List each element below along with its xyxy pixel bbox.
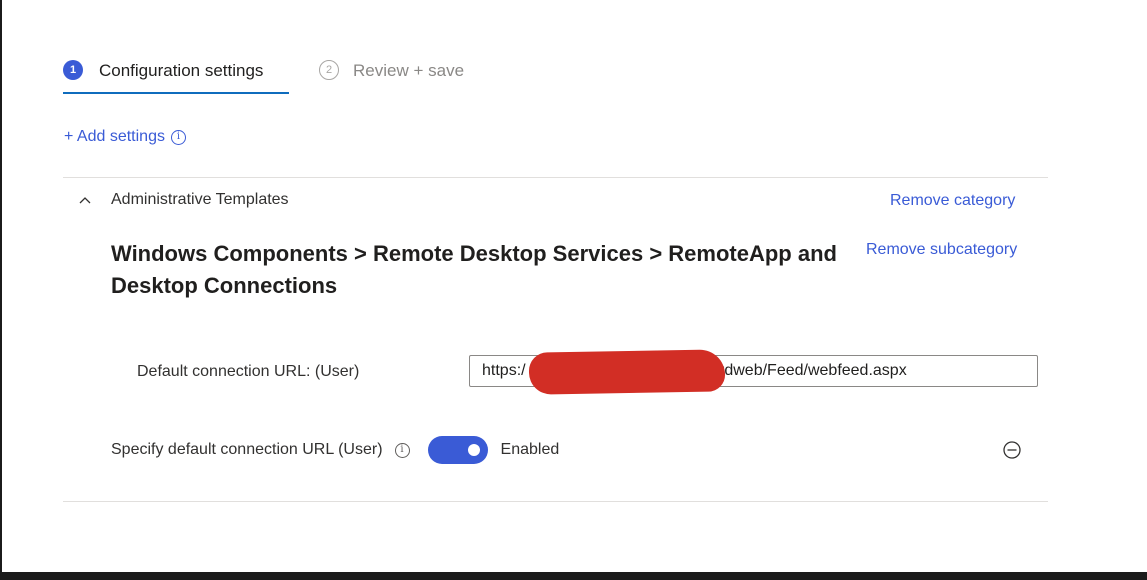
step-label-2: Review + save xyxy=(353,61,465,80)
enabled-toggle[interactable] xyxy=(427,436,488,464)
remove-subcategory-link[interactable]: Remove subcategory xyxy=(866,241,1017,259)
settings-panel: 1 Configuration settings 2 Review + save… xyxy=(2,0,1147,572)
step-number-2: 2 xyxy=(319,60,339,80)
step-number-1: 1 xyxy=(63,60,83,80)
category-name: Administrative Templates xyxy=(111,191,289,208)
divider-bottom xyxy=(63,501,1048,502)
url-value-start: https:/ xyxy=(482,362,526,379)
step-label-1: Configuration settings xyxy=(99,61,264,80)
step-review-save[interactable]: 2 Review + save xyxy=(319,58,464,94)
add-settings-label: + Add settings xyxy=(64,128,165,145)
toggle-setting-row: Specify default connection URL (User) i … xyxy=(111,436,559,464)
step-configuration-settings[interactable]: 1 Configuration settings xyxy=(63,58,289,94)
redaction-mark xyxy=(528,349,726,395)
add-settings-link[interactable]: + Add settings i xyxy=(64,128,186,146)
window-bottom-edge xyxy=(0,572,1147,580)
toggle-knob xyxy=(467,444,480,456)
chevron-up-icon[interactable] xyxy=(79,194,91,206)
info-icon[interactable]: i xyxy=(394,442,410,458)
url-value-end: /rdweb/Feed/webfeed.aspx xyxy=(714,362,907,379)
minus-circle-icon[interactable] xyxy=(1002,440,1022,460)
info-icon[interactable]: i xyxy=(170,129,186,145)
subcategory-title: Windows Components > Remote Desktop Serv… xyxy=(111,241,837,298)
toggle-setting-label: Specify default connection URL (User) xyxy=(111,441,383,458)
url-field-label: Default connection URL: (User) xyxy=(137,363,360,380)
toggle-state-label: Enabled xyxy=(500,441,560,458)
divider-top xyxy=(63,177,1048,178)
category-header[interactable]: Administrative Templates xyxy=(79,191,289,209)
remove-category-link[interactable]: Remove category xyxy=(890,192,1015,210)
